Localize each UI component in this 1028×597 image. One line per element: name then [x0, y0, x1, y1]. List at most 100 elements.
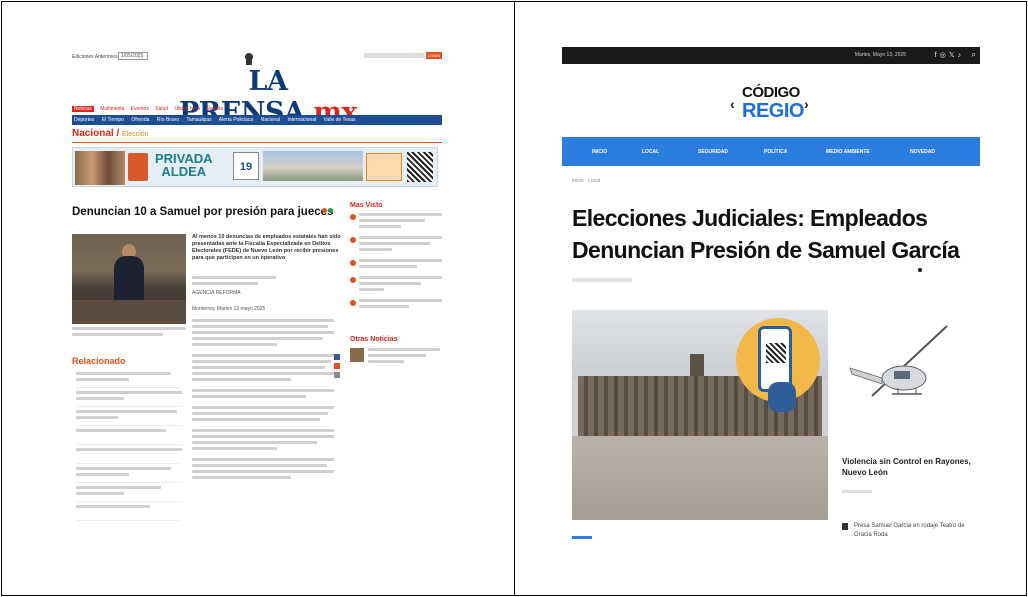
- section-rule: [72, 142, 442, 143]
- edition-select[interactable]: 1/05/2025: [118, 52, 148, 60]
- date-label: Martes, Mayo 13, 2025: [854, 52, 906, 58]
- slider-indicator[interactable]: [572, 536, 592, 539]
- share-icons: [322, 208, 336, 216]
- panel-divider: [514, 1, 515, 596]
- other-news-item[interactable]: [350, 348, 442, 366]
- most-viewed: Mas Visto: [350, 202, 442, 316]
- list-item[interactable]: [76, 486, 182, 502]
- nav-item[interactable]: Río Bravo: [157, 117, 179, 123]
- list-item[interactable]: [350, 236, 442, 254]
- share-icon[interactable]: [334, 363, 340, 369]
- subnav-item[interactable]: Noticias: [72, 106, 94, 112]
- subnav-item[interactable]: Última hora: [174, 106, 200, 112]
- list-item[interactable]: [350, 299, 442, 311]
- main-nav: INICIO LOCAL SEGURIDAD POLÍTICA MEDIO AM…: [562, 137, 980, 166]
- number-badge: [350, 277, 356, 283]
- list-item[interactable]: [76, 372, 182, 388]
- sidebar-story-title[interactable]: Violencia sin Control en Rayones, Nuevo …: [842, 456, 972, 478]
- instagram-icon[interactable]: ◎: [940, 52, 949, 59]
- article-body: [192, 319, 334, 482]
- photo-person: [114, 256, 144, 306]
- helicopter-icon: [849, 325, 948, 397]
- ad-logo-icon: [128, 153, 148, 181]
- nav-item-medio-ambiente[interactable]: MEDIO AMBIENTE: [826, 149, 870, 155]
- nav-item[interactable]: Nacional: [261, 117, 280, 123]
- document-icon: [842, 523, 848, 530]
- list-item[interactable]: [76, 410, 182, 426]
- social-share-column: [334, 354, 342, 381]
- nav-item-novedad[interactable]: NOVEDAD: [910, 149, 935, 155]
- share-icon[interactable]: [328, 208, 333, 213]
- facebook-icon[interactable]: [334, 354, 340, 360]
- subnav-item[interactable]: Multimedia: [100, 106, 124, 112]
- article-meta: [572, 278, 632, 282]
- article-agency: AGENCIA REFORMA: [192, 290, 241, 296]
- sidebar-story-2[interactable]: Presa Samuel García en rodaje Teatro de …: [842, 522, 972, 540]
- nav-item-local[interactable]: LOCAL: [642, 149, 659, 155]
- tiktok-icon[interactable]: ♪: [958, 52, 965, 59]
- list-item[interactable]: [76, 391, 182, 407]
- nav-item[interactable]: Internacional: [287, 117, 316, 123]
- image-plaza: [572, 436, 828, 520]
- ad-text: PRIVADA ALDEA: [155, 151, 213, 179]
- image-dome: [690, 354, 704, 378]
- nav-item-politica[interactable]: POLÍTICA: [764, 149, 787, 155]
- list-item[interactable]: [76, 429, 182, 445]
- thumbnail: [350, 348, 364, 362]
- logo-bracket-left: ‹: [730, 96, 735, 112]
- nav-item[interactable]: El Tiempo: [102, 117, 124, 123]
- hand-icon: [768, 382, 796, 412]
- nav-item[interactable]: Valle de Texas: [324, 117, 356, 123]
- breadcrumb[interactable]: Inicio › Local: [572, 178, 600, 184]
- search-icon[interactable]: ⌕: [972, 50, 976, 60]
- nav-item[interactable]: Deportes: [74, 117, 94, 123]
- la-prensa-screenshot: Ediciones Anteriores 1/05/2025 LOGIN LA …: [68, 44, 446, 544]
- section-title: Nacional / Elección: [72, 128, 149, 139]
- subnav-item[interactable]: Eventos: [131, 106, 149, 112]
- article-image: [572, 310, 828, 520]
- crest-icon: [245, 53, 253, 65]
- social-icons: f◎𝕏♪: [935, 51, 964, 59]
- article-headline: Denuncian 10 a Samuel por presión para j…: [72, 206, 334, 218]
- share-icon[interactable]: [322, 208, 327, 213]
- ad-photo: [75, 151, 125, 185]
- print-icon[interactable]: [334, 372, 340, 378]
- list-item[interactable]: [350, 213, 442, 231]
- codigo-regio-screenshot: Martes, Mayo 13, 2025 f◎𝕏♪ ⌕ ‹ CÓDIGO RE…: [558, 44, 980, 544]
- article-meta: [192, 276, 312, 288]
- related-list: [76, 372, 182, 524]
- ad-number: 19: [233, 152, 259, 180]
- nav-item-seguridad[interactable]: SEGURIDAD: [698, 149, 728, 155]
- article-title: Elecciones Judiciales: Empleados Denunci…: [572, 205, 960, 263]
- list-item[interactable]: [350, 259, 442, 271]
- sidebar-story-meta: [842, 490, 872, 493]
- ad-badge: [366, 153, 402, 181]
- other-news-title: Otras Noticias: [350, 336, 398, 343]
- nav-item[interactable]: Ofrenda: [131, 117, 149, 123]
- list-item[interactable]: [350, 276, 442, 294]
- login-button[interactable]: LOGIN: [426, 52, 442, 59]
- subnav-item[interactable]: Revista: [206, 106, 223, 112]
- list-item[interactable]: [76, 467, 182, 483]
- ad-building-image: [263, 151, 363, 181]
- logo-bracket-right: ›: [804, 96, 809, 112]
- number-badge: [350, 300, 356, 306]
- cursor-dot: [918, 268, 922, 272]
- list-item[interactable]: [76, 448, 182, 464]
- ad-banner[interactable]: PRIVADA ALDEA 19: [72, 147, 438, 187]
- nav-item[interactable]: Alerta Policiaca: [219, 117, 253, 123]
- nav-item-inicio[interactable]: INICIO: [592, 149, 607, 155]
- qr-code-icon: [766, 343, 786, 363]
- lp-top-bar: Ediciones Anteriores 1/05/2025 LOGIN: [72, 52, 442, 62]
- list-item[interactable]: [76, 505, 182, 521]
- x-icon[interactable]: 𝕏: [949, 52, 958, 59]
- nav-item[interactable]: Tamaulipas: [186, 117, 211, 123]
- qr-code-icon: [407, 152, 433, 182]
- codigo-regio-logo[interactable]: ‹ CÓDIGO REGIO ›: [728, 78, 814, 132]
- subnav-item[interactable]: Salud: [155, 106, 168, 112]
- article-photo: [72, 234, 186, 324]
- edition-label: Ediciones Anteriores: [72, 54, 118, 60]
- lp-subnav: Noticias Multimedia Eventos Salud Última…: [72, 106, 442, 114]
- number-badge: [350, 260, 356, 266]
- top-bar: Martes, Mayo 13, 2025 f◎𝕏♪ ⌕: [562, 47, 980, 64]
